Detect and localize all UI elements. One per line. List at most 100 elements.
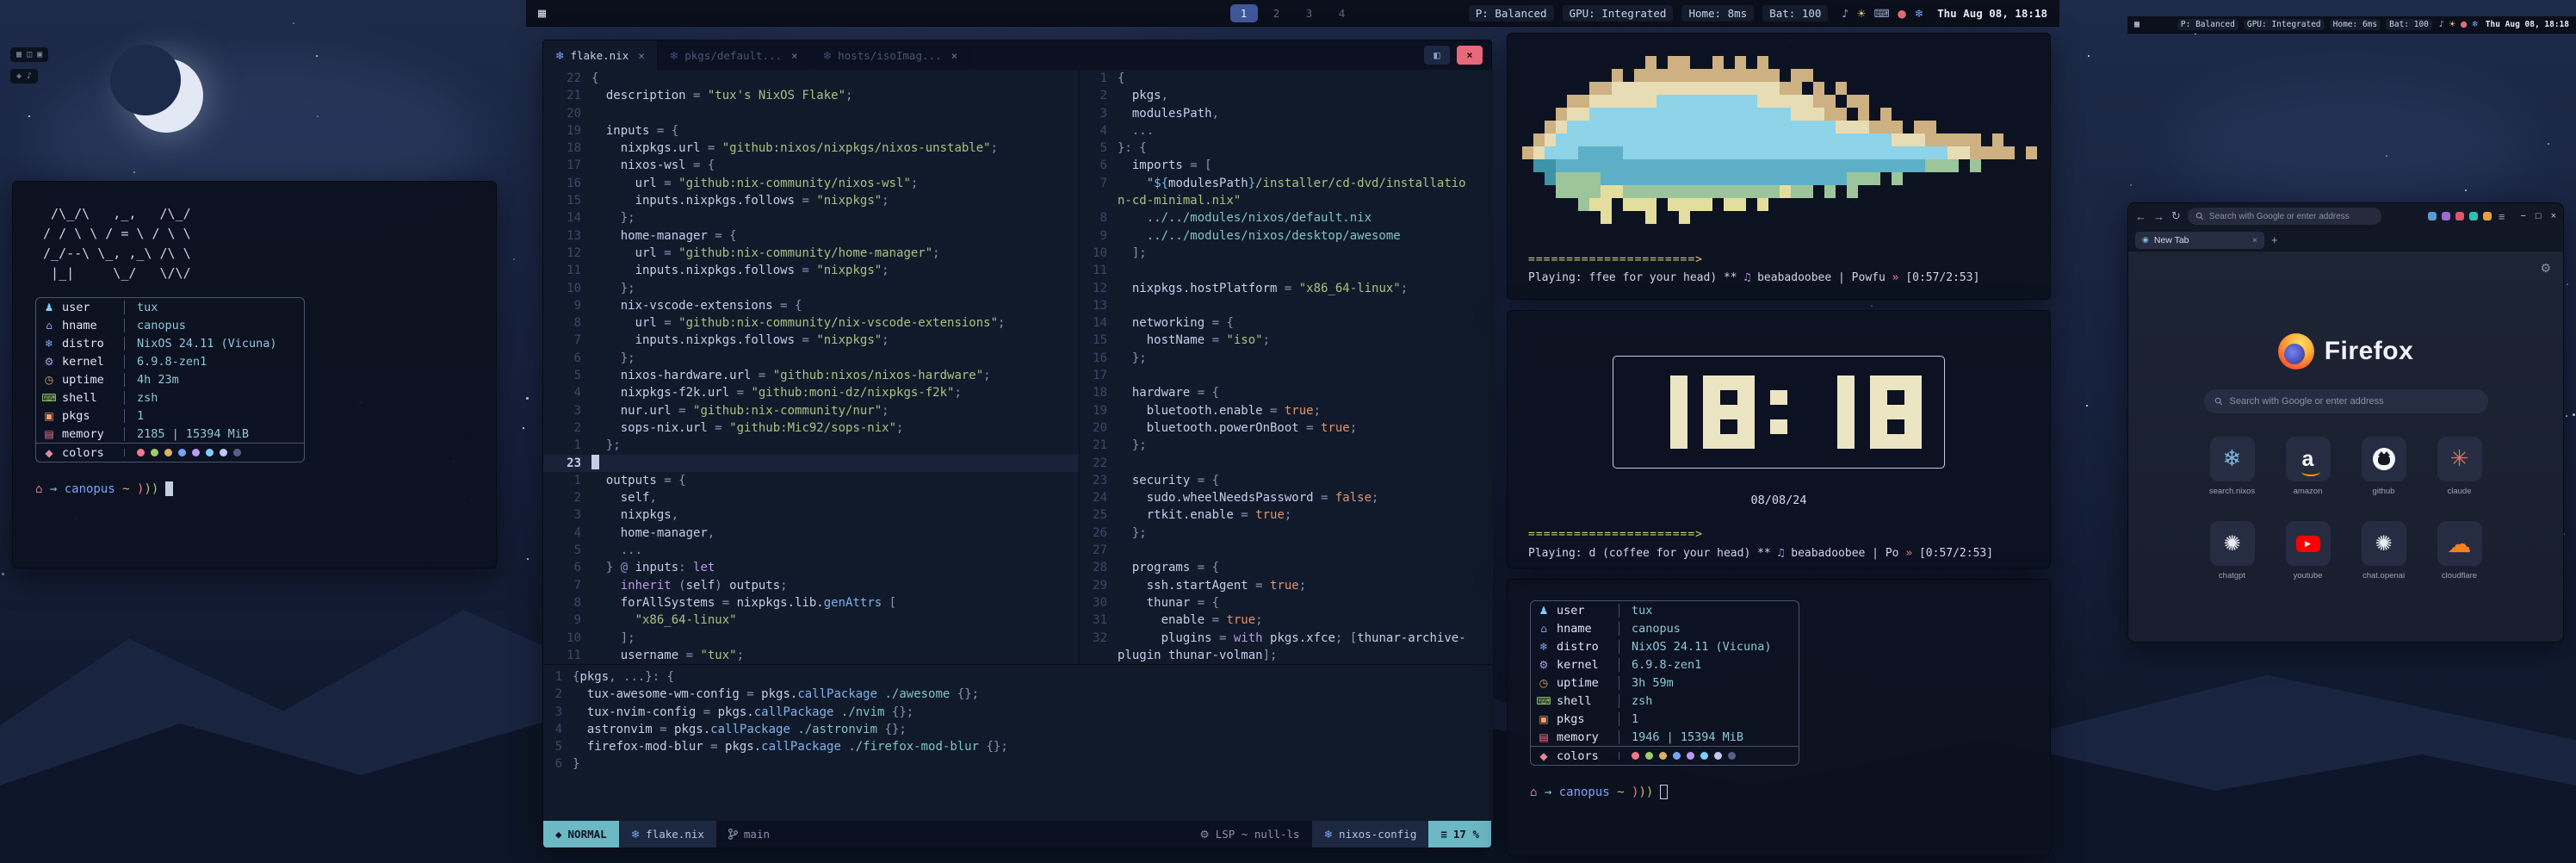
- status-item: Home: 6ms: [2330, 19, 2381, 30]
- tab-close-icon[interactable]: ×: [638, 49, 645, 62]
- personalize-gear-icon[interactable]: ⚙: [2540, 262, 2551, 276]
- shortcut-search-nixos[interactable]: ❄search.nixos: [2198, 437, 2267, 521]
- left-monitor-widget[interactable]: ◈♪: [10, 69, 38, 84]
- line-number: 10: [1080, 245, 1118, 262]
- tab-close-icon[interactable]: ×: [791, 49, 798, 62]
- tab-new-tab[interactable]: ◉ New Tab ×: [2135, 232, 2264, 249]
- extension-icon-5[interactable]: [2483, 212, 2492, 220]
- terminal-fetch-left[interactable]: /\_/\ ,_, /\_/ / / \ \ / = \ / \ \ /_/--…: [12, 181, 497, 568]
- pixel: [1623, 108, 1634, 121]
- shell-prompt[interactable]: ⌂ → canopus ~ ))): [35, 481, 474, 496]
- prompt-segment: →: [50, 482, 65, 496]
- shortcut-chatgpt[interactable]: ✺chatgpt: [2198, 521, 2267, 605]
- keyboard-icon[interactable]: ⌨: [1874, 7, 1890, 20]
- brightness-icon[interactable]: ☀: [2449, 20, 2456, 29]
- status-item: Bat: 100: [1762, 5, 1828, 22]
- maximize-button[interactable]: □: [2536, 211, 2542, 221]
- newtab-search-bar[interactable]: Search with Google or enter address: [2204, 389, 2488, 413]
- reload-button[interactable]: ↻: [2171, 209, 2181, 223]
- clock-cell: [1720, 376, 1737, 390]
- brightness-icon[interactable]: ☀: [1856, 7, 1866, 20]
- music-icon[interactable]: ♪: [2439, 20, 2444, 29]
- extension-icon-1[interactable]: [2428, 212, 2437, 220]
- tty-clock: [1613, 356, 1945, 469]
- fetch-row: ❄distroNixOS 24.11 (Vicuna): [1531, 637, 1799, 655]
- minimize-button[interactable]: −: [2520, 211, 2525, 221]
- pixel: [1545, 108, 1556, 121]
- editor-tab-flake-nix[interactable]: ❄flake.nix×: [543, 40, 658, 70]
- pixel: [1869, 108, 1880, 121]
- terminal-music-visualizer[interactable]: ======================> Playing: ffee fo…: [1507, 33, 2051, 300]
- split-toggle-icon[interactable]: ◧: [1424, 46, 1450, 65]
- pixel: [1645, 69, 1656, 82]
- code-line: 4 home-manager,: [543, 525, 1079, 542]
- editor-pane-flake[interactable]: 22{21 description = "tux's NixOS Flake";…: [543, 70, 1080, 664]
- playing-segment: beabadoobee | Po: [1791, 547, 1905, 560]
- left-monitor-widget[interactable]: ▦◫▣: [10, 47, 48, 62]
- close-buffer-button[interactable]: ×: [1457, 46, 1483, 65]
- extension-icon-2[interactable]: [2442, 212, 2450, 220]
- fetch-row: ⌨shellzsh: [36, 388, 304, 407]
- pixel: [1791, 159, 1802, 172]
- forward-button[interactable]: →: [2153, 210, 2164, 223]
- launcher-icon[interactable]: ▦: [2134, 20, 2139, 29]
- menu-icon[interactable]: ≡: [2499, 210, 2505, 223]
- shortcut-claude[interactable]: ✳claude: [2425, 437, 2494, 521]
- clock-cell: [1653, 434, 1670, 449]
- pixel: [1634, 146, 1645, 159]
- code-line: 12 url = "github:nix-community/home-mana…: [543, 245, 1079, 262]
- shortcut-chat-openai[interactable]: ✺chat.openai: [2350, 521, 2418, 605]
- extension-icon-4[interactable]: [2469, 212, 2478, 220]
- clock-cell: [1870, 405, 1887, 419]
- launcher-icon[interactable]: ▦: [538, 5, 546, 21]
- extension-icon-3[interactable]: [2455, 212, 2464, 220]
- status-items: P: BalancedGPU: IntegratedHome: 6msBat: …: [2177, 19, 2432, 30]
- line-number: 15: [1080, 332, 1118, 349]
- shortcut-youtube[interactable]: ▶youtube: [2274, 521, 2343, 605]
- workspace-tag-2[interactable]: 2: [1263, 4, 1291, 22]
- workspace-tag-1[interactable]: 1: [1230, 4, 1258, 22]
- prompt-segment: ~: [122, 482, 137, 496]
- tab-close-icon[interactable]: ×: [951, 49, 958, 62]
- pixel: [1724, 172, 1735, 185]
- editor-pane-iso[interactable]: 1{2 pkgs,3 modulesPath,4 ...5}: {6 impor…: [1080, 70, 1493, 664]
- code-text: {pkgs, ...}: {: [573, 668, 674, 686]
- editor-pane-pkgs[interactable]: 1{pkgs, ...}: {2 tux-awesome-wm-config =…: [543, 664, 1493, 823]
- pixel: [1668, 198, 1679, 211]
- terminal-clock[interactable]: 08/08/24 ======================> Playing…: [1507, 310, 2051, 568]
- terminal-fetch-right[interactable]: ♟usertux⌂hnamecanopus❄distroNixOS 24.11 …: [1507, 579, 2051, 856]
- shortcut-github[interactable]: github: [2350, 437, 2418, 521]
- code-text: }: {: [1118, 140, 1147, 157]
- record-icon[interactable]: ●: [2461, 20, 2468, 29]
- code-text: nixpkgs.hostPlatform = "x86_64-linux";: [1118, 280, 1408, 297]
- bar-clock[interactable]: Thu Aug 08, 18:18: [2486, 20, 2569, 29]
- firefox-window[interactable]: ← → ↻ Search with Google or enter addres…: [2127, 202, 2564, 643]
- tab-close-icon[interactable]: ×: [2252, 235, 2257, 245]
- pixel: [1880, 133, 1892, 146]
- neovim-window[interactable]: ❄flake.nix×❄pkgs/default...×❄hosts/isoIm…: [542, 40, 1492, 848]
- music-icon[interactable]: ♪: [1842, 7, 1848, 20]
- new-tab-button[interactable]: +: [2271, 233, 2278, 246]
- back-button[interactable]: ←: [2135, 210, 2146, 223]
- shell-prompt[interactable]: ⌂ → canopus ~ ))): [1530, 785, 2028, 799]
- shortcut-cloudflare[interactable]: ☁cloudflare: [2425, 521, 2494, 605]
- nix-icon[interactable]: ❄: [2472, 20, 2479, 29]
- code-line: 7 "${modulesPath}/installer/cd-dvd/insta…: [1080, 175, 1493, 192]
- bar-clock[interactable]: Thu Aug 08, 18:18: [1937, 7, 2047, 20]
- close-button[interactable]: ×: [2551, 211, 2556, 221]
- pixel: [1802, 95, 1813, 108]
- pixel: [1735, 146, 1746, 159]
- clock-cell: [1837, 390, 1855, 405]
- code-text: hostName = "iso";: [1118, 332, 1270, 349]
- record-icon[interactable]: ●: [1898, 7, 1907, 20]
- address-bar[interactable]: Search with Google or enter address: [2188, 208, 2381, 225]
- line-number: 9: [1080, 227, 1118, 245]
- nix-icon[interactable]: ❄: [1915, 7, 1923, 20]
- workspace-tag-4[interactable]: 4: [1328, 4, 1356, 22]
- workspace-tag-3[interactable]: 3: [1296, 4, 1323, 22]
- editor-tab-pkgs-default-[interactable]: ❄pkgs/default...×: [658, 40, 811, 70]
- editor-tab-hosts-isoImag-[interactable]: ❄hosts/isoImag...×: [811, 40, 970, 70]
- pixel: [1679, 159, 1690, 172]
- pixel: [1724, 69, 1735, 82]
- shortcut-amazon[interactable]: aamazon: [2274, 437, 2343, 521]
